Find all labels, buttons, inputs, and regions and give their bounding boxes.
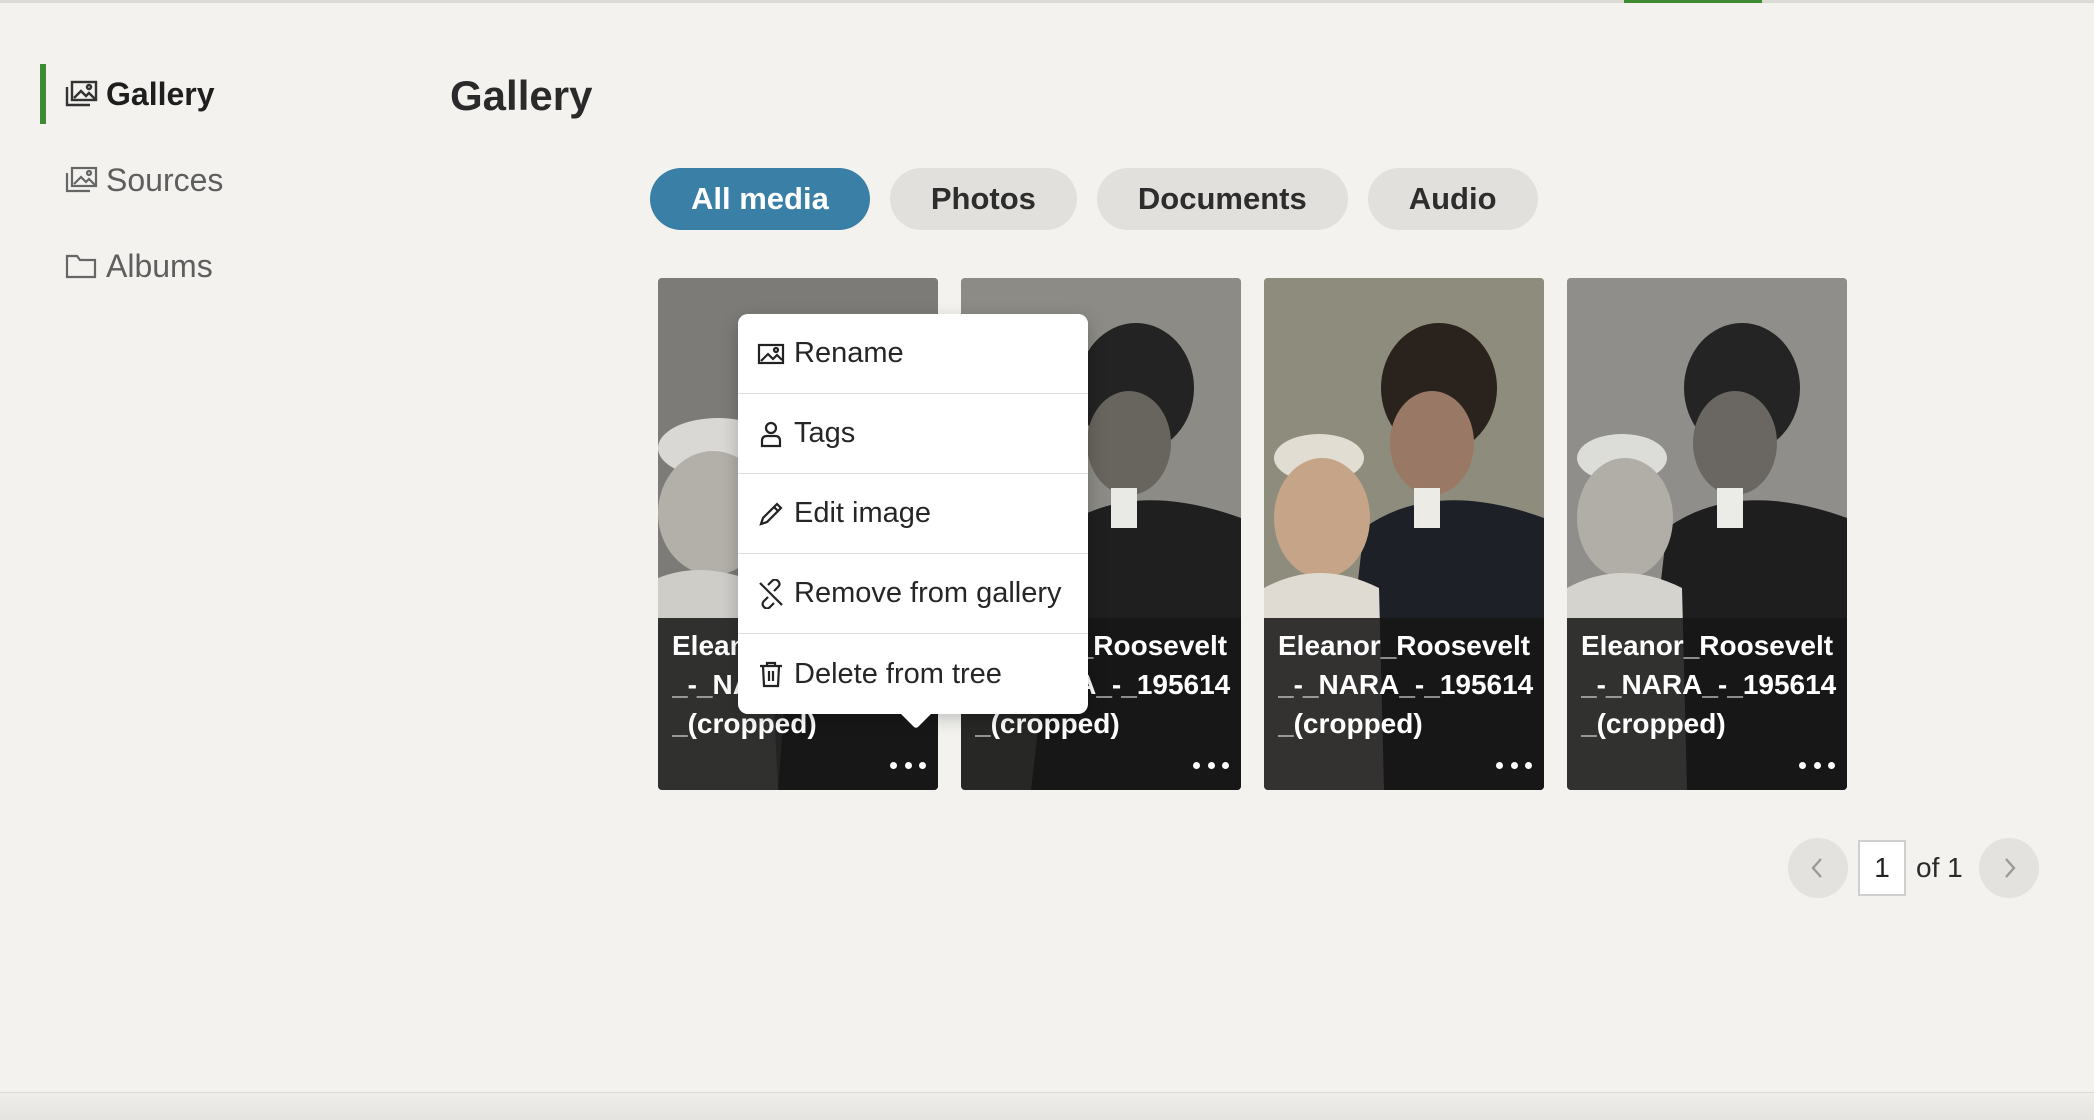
- menu-item-tags[interactable]: Tags: [738, 394, 1088, 474]
- menu-item-delete-from-tree[interactable]: Delete from tree: [738, 634, 1088, 714]
- sidebar: Gallery Sources Albums: [40, 64, 340, 322]
- card-caption: Eleanor_Roosevelt_-_NARA_-_195614_(cropp…: [1567, 618, 1847, 790]
- sidebar-item-label: Albums: [106, 247, 213, 284]
- media-card[interactable]: Eleanor_Roosevelt_-_NARA_-_195614_(cropp…: [1264, 278, 1544, 790]
- sidebar-item-albums[interactable]: Albums: [40, 236, 340, 296]
- card-context-menu: Rename Tags Edit image Remove from galle…: [738, 314, 1088, 714]
- pencil-icon: [756, 499, 786, 529]
- menu-item-rename[interactable]: Rename: [738, 314, 1088, 394]
- sources-icon: [64, 165, 98, 195]
- menu-item-label: Remove from gallery: [794, 577, 1062, 609]
- media-card[interactable]: Eleanor_Roosevelt_-_NARA_-_195614_(cropp…: [1567, 278, 1847, 790]
- media-filter-tabs: All media Photos Documents Audio: [650, 168, 1538, 230]
- top-active-indicator: [1624, 0, 1762, 3]
- image-icon: [756, 339, 786, 369]
- person-icon: [756, 419, 786, 449]
- page-number-input[interactable]: [1858, 840, 1906, 896]
- more-options-button[interactable]: [1799, 758, 1835, 772]
- menu-item-label: Rename: [794, 337, 904, 369]
- sidebar-item-sources[interactable]: Sources: [40, 150, 340, 210]
- gallery-icon: [64, 79, 98, 109]
- page-count-label: of 1: [1916, 852, 1963, 883]
- card-title: Eleanor_Roosevelt_-_NARA_-_195614_(cropp…: [1278, 630, 1534, 739]
- page-title: Gallery: [450, 72, 593, 119]
- filter-audio[interactable]: Audio: [1367, 168, 1538, 230]
- filter-photos[interactable]: Photos: [889, 168, 1077, 230]
- menu-item-label: Edit image: [794, 497, 932, 529]
- sidebar-item-gallery[interactable]: Gallery: [40, 64, 340, 124]
- sidebar-item-label: Gallery: [106, 75, 215, 112]
- chevron-left-icon: [1811, 858, 1822, 878]
- more-options-button[interactable]: [1496, 758, 1532, 772]
- previous-page-button[interactable]: [1788, 838, 1848, 898]
- menu-item-remove-from-gallery[interactable]: Remove from gallery: [738, 554, 1088, 634]
- sidebar-item-label: Sources: [106, 161, 224, 198]
- filter-documents[interactable]: Documents: [1096, 168, 1348, 230]
- folder-icon: [64, 251, 98, 281]
- pagination: of 1: [1788, 838, 2039, 898]
- bottom-bar: [0, 1092, 2094, 1120]
- more-options-button[interactable]: [1193, 758, 1229, 772]
- menu-item-edit-image[interactable]: Edit image: [738, 474, 1088, 554]
- menu-item-label: Delete from tree: [794, 657, 1002, 690]
- unlink-icon: [756, 578, 786, 609]
- menu-item-label: Tags: [794, 417, 856, 449]
- top-border: [0, 0, 2094, 3]
- card-caption: Eleanor_Roosevelt_-_NARA_-_195614_(cropp…: [1264, 618, 1544, 790]
- filter-all-media[interactable]: All media: [650, 168, 870, 230]
- next-page-button[interactable]: [1978, 838, 2039, 898]
- card-title: Eleanor_Roosevelt_-_NARA_-_195614_(cropp…: [1581, 630, 1837, 739]
- trash-icon: [756, 659, 786, 689]
- chevron-right-icon: [2004, 858, 2016, 878]
- more-options-button[interactable]: [890, 758, 926, 772]
